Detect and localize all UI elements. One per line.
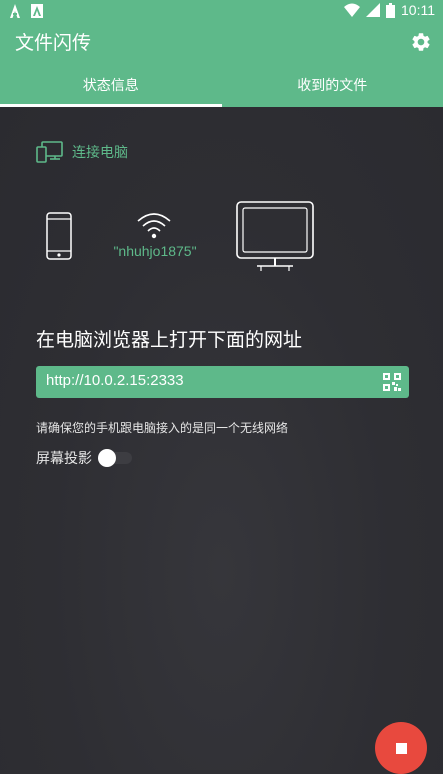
toggle-thumb xyxy=(98,449,116,467)
monitor-icon xyxy=(235,200,315,272)
qr-code-icon[interactable] xyxy=(383,373,401,391)
tab-received-files[interactable]: 收到的文件 xyxy=(222,62,443,107)
stop-icon xyxy=(396,743,407,754)
connect-computer-header: 连接电脑 xyxy=(36,141,128,163)
app-bar: 文件闪传 xyxy=(0,22,443,62)
instruction-text: 在电脑浏览器上打开下面的网址 xyxy=(36,325,302,352)
tab-label: 收到的文件 xyxy=(297,75,367,95)
tab-bar: 状态信息 收到的文件 xyxy=(0,62,443,107)
wifi-icon xyxy=(344,3,360,17)
screen-projection-toggle[interactable] xyxy=(98,448,134,468)
phone-icon xyxy=(46,212,72,260)
cell-signal-icon xyxy=(366,3,380,17)
wifi-network-name: "nhuhjo1875" xyxy=(100,243,210,259)
status-time: 10:11 xyxy=(401,2,435,18)
tab-status-info[interactable]: 状态信息 xyxy=(0,62,222,107)
status-info-panel: 连接电脑 "nhuhjo1875" 在电脑浏览器上打开下面的网址 http://… xyxy=(0,107,443,770)
tab-label: 状态信息 xyxy=(83,75,139,95)
same-network-note: 请确保您的手机跟电脑接入的是同一个无线网络 xyxy=(36,419,288,436)
status-bar: 10:11 xyxy=(0,0,443,22)
notification-b-icon xyxy=(30,3,44,19)
battery-icon xyxy=(386,3,395,18)
connect-computer-label: 连接电脑 xyxy=(72,142,128,162)
gear-icon xyxy=(410,31,432,53)
settings-button[interactable] xyxy=(407,28,435,56)
screen-projection-row: 屏幕投影 xyxy=(36,448,134,468)
wifi-signal-icon xyxy=(136,211,172,239)
screen-projection-label: 屏幕投影 xyxy=(36,448,92,468)
stop-service-button[interactable] xyxy=(375,722,427,774)
url-text[interactable]: http://10.0.2.15:2333 xyxy=(46,372,184,389)
devices-icon xyxy=(36,141,64,163)
notification-a-icon xyxy=(8,3,22,19)
url-field[interactable]: http://10.0.2.15:2333 xyxy=(36,366,409,398)
app-title: 文件闪传 xyxy=(15,28,91,55)
